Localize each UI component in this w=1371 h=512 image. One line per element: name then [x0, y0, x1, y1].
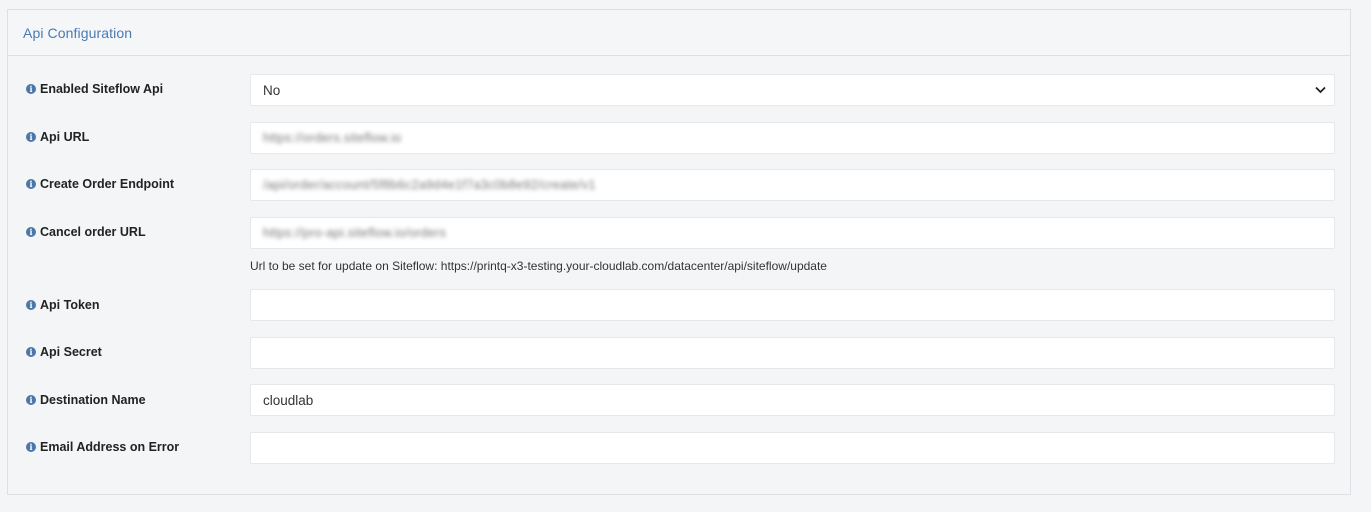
info-circle-icon[interactable]: i [26, 300, 36, 310]
panel-title: Api Configuration [23, 24, 133, 41]
destination-name-input[interactable]: cloudlab [250, 384, 1335, 416]
cancel-order-url-label: i Cancel order URL [26, 225, 146, 239]
api-url-input[interactable]: https://orders.siteflow.io [250, 122, 1335, 154]
label-text: Api URL [40, 130, 90, 144]
label-text: Cancel order URL [40, 225, 146, 239]
info-circle-icon[interactable]: i [26, 227, 36, 237]
label-text: Api Token [40, 298, 100, 312]
enabled-siteflow-api-select[interactable]: No [250, 74, 1335, 106]
select-value: No [263, 82, 281, 98]
api-secret-input[interactable] [250, 337, 1335, 369]
siteflow-update-url-hint: Url to be set for update on Siteflow: ht… [250, 259, 827, 273]
create-order-endpoint-input[interactable]: /api/order/account/5f8b6c2a9d4e1f7a3c0b8… [250, 169, 1335, 201]
info-circle-icon[interactable]: i [26, 132, 36, 142]
label-text: Enabled Siteflow Api [40, 82, 164, 96]
chevron-down-icon [1314, 84, 1326, 96]
api-configuration-panel: Api Configuration i Enabled Siteflow Api… [7, 9, 1351, 495]
destination-name-label: i Destination Name [26, 393, 146, 407]
field-value: https://pro-api.siteflow.io/orders [263, 226, 447, 240]
api-token-input[interactable] [250, 289, 1335, 321]
label-text: Destination Name [40, 393, 146, 407]
label-text: Email Address on Error [40, 440, 180, 454]
field-value: cloudlab [263, 392, 314, 408]
email-address-on-error-input[interactable] [250, 432, 1335, 464]
api-secret-label: i Api Secret [26, 345, 102, 359]
api-token-label: i Api Token [26, 298, 100, 312]
enabled-siteflow-api-label: i Enabled Siteflow Api [26, 82, 163, 96]
info-circle-icon[interactable]: i [26, 395, 36, 405]
cancel-order-url-input[interactable]: https://pro-api.siteflow.io/orders [250, 217, 1335, 249]
email-address-on-error-label: i Email Address on Error [26, 440, 179, 454]
info-circle-icon[interactable]: i [26, 84, 36, 94]
create-order-endpoint-label: i Create Order Endpoint [26, 177, 174, 191]
field-value: https://orders.siteflow.io [263, 131, 402, 145]
info-circle-icon[interactable]: i [26, 179, 36, 189]
info-circle-icon[interactable]: i [26, 347, 36, 357]
api-url-label: i Api URL [26, 130, 89, 144]
label-text: Api Secret [40, 345, 102, 359]
info-circle-icon[interactable]: i [26, 442, 36, 452]
label-text: Create Order Endpoint [40, 177, 175, 191]
panel-header: Api Configuration [8, 10, 1350, 56]
field-value: /api/order/account/5f8b6c2a9d4e1f7a3c0b8… [263, 178, 596, 192]
